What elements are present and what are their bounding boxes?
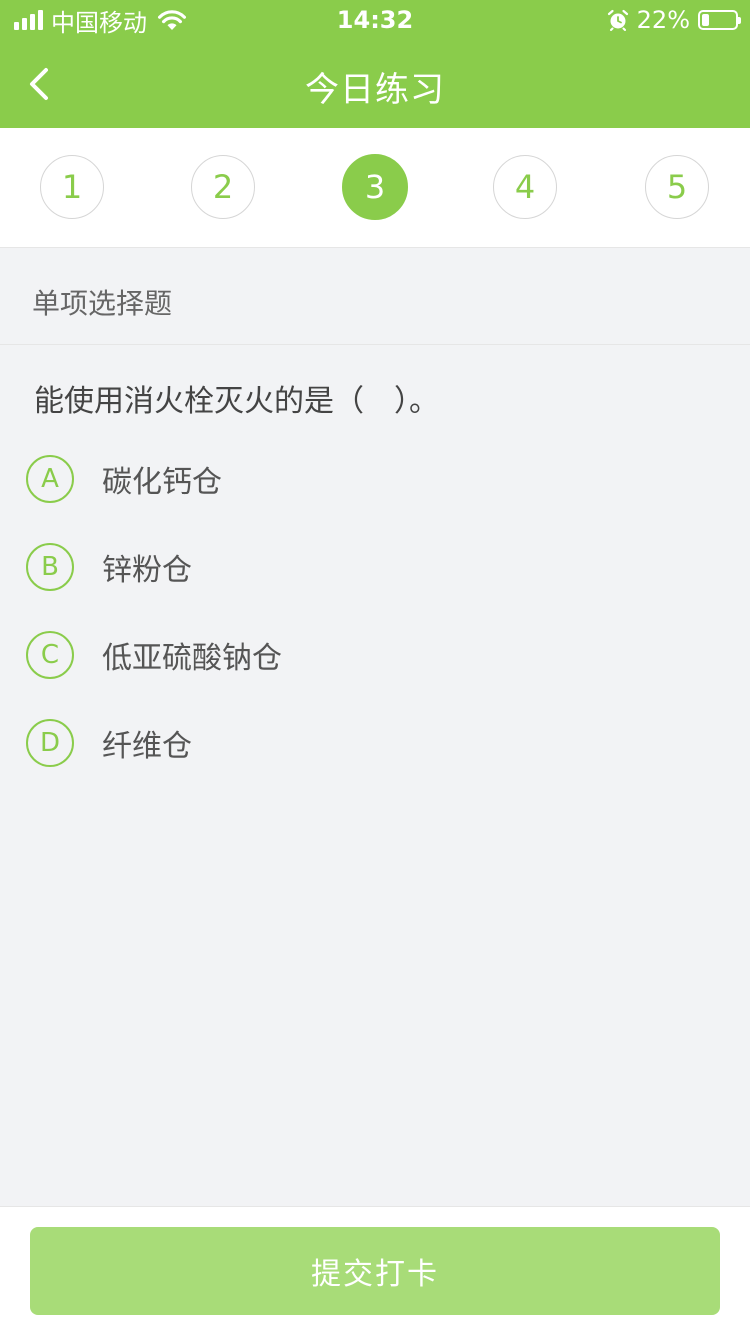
battery-percent: 22% [636, 6, 690, 34]
option-d[interactable]: D 纤维仓 [26, 715, 726, 771]
option-b[interactable]: B 锌粉仓 [26, 539, 726, 595]
option-text: 低亚硫酸钠仓 [102, 641, 282, 676]
step-3[interactable]: 3 [342, 154, 408, 220]
question-text: 能使用消火栓灭火的是（ ）。 [34, 384, 439, 419]
question-stepper: 1 2 3 4 5 [0, 128, 750, 248]
submit-checkin-button[interactable]: 提交打卡 [30, 1227, 720, 1315]
status-bar: 中国移动 14:32 22% [0, 0, 750, 40]
nav-bar: 今日练习 [0, 40, 750, 128]
page-title: 今日练习 [305, 70, 445, 110]
option-letter-badge: B [26, 543, 74, 591]
header: 中国移动 14:32 22% 今日练习 [0, 0, 750, 128]
option-text: 纤维仓 [102, 729, 192, 764]
alarm-icon [607, 9, 628, 31]
option-letter-badge: D [26, 719, 74, 767]
status-right: 22% [607, 6, 741, 34]
question-type-label: 单项选择题 [32, 287, 173, 320]
step-4[interactable]: 4 [493, 155, 557, 219]
practice-screen: 中国移动 14:32 22% 今日练习 1 2 3 4 5 单项选择题 能使用消… [0, 0, 750, 1334]
step-5[interactable]: 5 [645, 155, 709, 219]
option-text: 碳化钙仓 [102, 465, 222, 500]
option-a[interactable]: A 碳化钙仓 [26, 451, 726, 507]
question-type-row: 单项选择题 [0, 248, 750, 345]
option-text: 锌粉仓 [102, 553, 192, 588]
step-2[interactable]: 2 [191, 155, 255, 219]
bottom-bar: 提交打卡 [0, 1206, 750, 1334]
battery-level-fill [702, 14, 709, 26]
option-letter-badge: C [26, 631, 74, 679]
option-c[interactable]: C 低亚硫酸钠仓 [26, 627, 726, 683]
step-1[interactable]: 1 [40, 155, 104, 219]
battery-icon [698, 10, 741, 30]
option-letter-badge: A [26, 455, 74, 503]
